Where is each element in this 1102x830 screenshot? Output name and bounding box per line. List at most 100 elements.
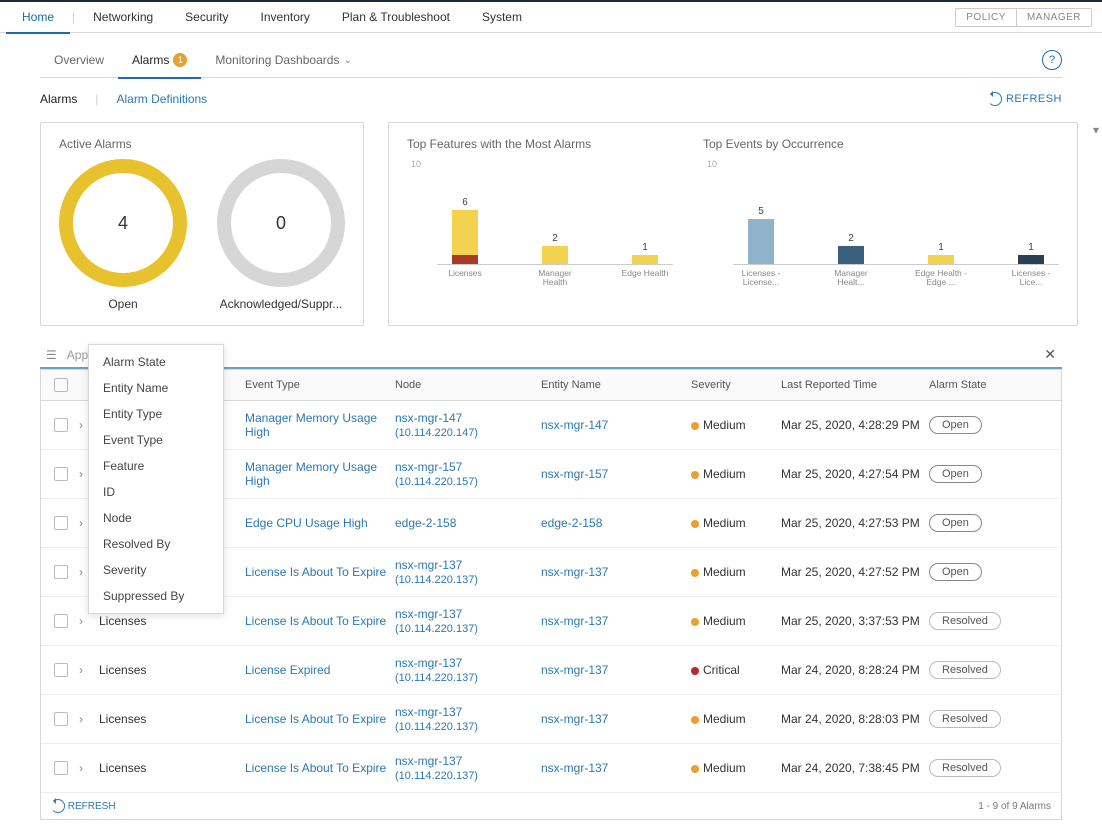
cell-entity[interactable]: nsx-mgr-137 <box>541 614 691 628</box>
cell-entity[interactable]: nsx-mgr-147 <box>541 418 691 432</box>
filter-option[interactable]: Node <box>89 505 223 531</box>
filter-option[interactable]: Entity Type <box>89 401 223 427</box>
col-node[interactable]: Node <box>395 379 541 391</box>
cell-node[interactable]: nsx-mgr-137(10.114.220.137) <box>395 656 541 684</box>
tab-alarm-definitions[interactable]: Alarm Definitions <box>116 88 207 110</box>
funnel-icon[interactable]: ▾ <box>1093 123 1099 137</box>
expand-caret-icon[interactable]: › <box>79 614 99 628</box>
cell-entity[interactable]: nsx-mgr-137 <box>541 712 691 726</box>
refresh-label: REFRESH <box>1006 93 1062 105</box>
cell-event[interactable]: License Is About To Expire <box>245 761 395 775</box>
nav-plan-troubleshoot[interactable]: Plan & Troubleshoot <box>326 2 466 32</box>
chart-bar[interactable]: 1 <box>913 242 969 264</box>
donut-open[interactable]: 4 <box>59 159 187 287</box>
filter-option[interactable]: Severity <box>89 557 223 583</box>
close-icon[interactable]: ✕ <box>1044 346 1056 363</box>
table-row[interactable]: ›LicensesLicense Is About To Expirensx-m… <box>41 744 1061 793</box>
col-time[interactable]: Last Reported Time <box>781 379 929 391</box>
cell-node[interactable]: nsx-mgr-137(10.114.220.137) <box>395 754 541 782</box>
chart-top-events: Top Events by Occurrence 105211 Licenses… <box>703 137 1059 311</box>
filter-option[interactable]: Resolved By <box>89 531 223 557</box>
footer-refresh[interactable]: REFRESH <box>68 801 116 812</box>
chart2-title: Top Events by Occurrence <box>703 137 1059 151</box>
cell-event[interactable]: Manager Memory Usage High <box>245 411 395 439</box>
row-checkbox[interactable] <box>54 516 68 530</box>
cell-event[interactable]: License Is About To Expire <box>245 614 395 628</box>
cell-node[interactable]: edge-2-158 <box>395 516 541 530</box>
cell-entity[interactable]: nsx-mgr-137 <box>541 761 691 775</box>
filter-dropdown[interactable]: Alarm StateEntity NameEntity TypeEvent T… <box>88 344 224 614</box>
col-event[interactable]: Event Type <box>245 379 395 391</box>
cell-node[interactable]: nsx-mgr-137(10.114.220.137) <box>395 607 541 635</box>
nav-inventory[interactable]: Inventory <box>245 2 326 32</box>
chart-bar[interactable]: 1 <box>1003 242 1059 264</box>
cell-severity: Critical <box>691 663 781 677</box>
cell-state[interactable]: Open <box>929 514 1039 532</box>
expand-caret-icon[interactable]: › <box>79 761 99 775</box>
refresh-button[interactable]: REFRESH <box>988 92 1062 106</box>
mode-toggle[interactable]: POLICY MANAGER <box>955 8 1092 27</box>
donut-ack[interactable]: 0 <box>217 159 345 287</box>
expand-caret-icon[interactable]: › <box>79 663 99 677</box>
cell-node[interactable]: nsx-mgr-137(10.114.220.137) <box>395 705 541 733</box>
chart-bar[interactable]: 2 <box>527 233 583 264</box>
chart-bar[interactable]: 6 <box>437 197 493 264</box>
col-state[interactable]: Alarm State <box>929 379 1039 391</box>
cell-event[interactable]: License Expired <box>245 663 395 677</box>
cell-state[interactable]: Open <box>929 563 1039 581</box>
cell-node[interactable]: nsx-mgr-137(10.114.220.137) <box>395 558 541 586</box>
mode-policy[interactable]: POLICY <box>956 9 1016 26</box>
nav-security[interactable]: Security <box>169 2 244 32</box>
chart-bar[interactable]: 5 <box>733 206 789 264</box>
cell-entity[interactable]: nsx-mgr-157 <box>541 467 691 481</box>
cell-severity: Medium <box>691 565 781 579</box>
row-checkbox[interactable] <box>54 614 68 628</box>
cell-state[interactable]: Resolved <box>929 710 1039 728</box>
table-row[interactable]: ›LicensesLicense Expirednsx-mgr-137(10.1… <box>41 646 1061 695</box>
subtab-alarms[interactable]: Alarms 1 <box>118 43 201 79</box>
tab-alarms[interactable]: Alarms <box>40 88 77 110</box>
cell-event[interactable]: Edge CPU Usage High <box>245 516 395 530</box>
cell-event[interactable]: Manager Memory Usage High <box>245 460 395 488</box>
col-severity[interactable]: Severity <box>691 379 781 391</box>
cell-state[interactable]: Open <box>929 465 1039 483</box>
filter-option[interactable]: ID <box>89 479 223 505</box>
help-icon[interactable]: ? <box>1042 50 1062 70</box>
cell-event[interactable]: License Is About To Expire <box>245 565 395 579</box>
cell-event[interactable]: License Is About To Expire <box>245 712 395 726</box>
filter-option[interactable]: Feature <box>89 453 223 479</box>
table-row[interactable]: ›LicensesLicense Is About To Expirensx-m… <box>41 695 1061 744</box>
cell-time: Mar 24, 2020, 8:28:03 PM <box>781 712 929 726</box>
filter-option[interactable]: Alarm State <box>89 349 223 375</box>
header-checkbox[interactable] <box>54 378 68 392</box>
cell-entity[interactable]: nsx-mgr-137 <box>541 565 691 579</box>
row-checkbox[interactable] <box>54 663 68 677</box>
cell-state[interactable]: Open <box>929 416 1039 434</box>
cell-state[interactable]: Resolved <box>929 759 1039 777</box>
filter-option[interactable]: Entity Name <box>89 375 223 401</box>
charts-card: Top Features with the Most Alarms 10621 … <box>388 122 1078 326</box>
mode-manager[interactable]: MANAGER <box>1016 9 1091 26</box>
row-checkbox[interactable] <box>54 467 68 481</box>
cell-entity[interactable]: nsx-mgr-137 <box>541 663 691 677</box>
cell-entity[interactable]: edge-2-158 <box>541 516 691 530</box>
row-checkbox[interactable] <box>54 712 68 726</box>
nav-networking[interactable]: Networking <box>77 2 169 32</box>
subtab-overview[interactable]: Overview <box>40 43 118 77</box>
row-checkbox[interactable] <box>54 761 68 775</box>
chart-bar[interactable]: 1 <box>617 242 673 264</box>
cell-state[interactable]: Resolved <box>929 612 1039 630</box>
nav-home[interactable]: Home <box>6 2 70 34</box>
nav-system[interactable]: System <box>466 2 538 32</box>
row-checkbox[interactable] <box>54 418 68 432</box>
expand-caret-icon[interactable]: › <box>79 712 99 726</box>
row-checkbox[interactable] <box>54 565 68 579</box>
cell-node[interactable]: nsx-mgr-157(10.114.220.157) <box>395 460 541 488</box>
cell-state[interactable]: Resolved <box>929 661 1039 679</box>
subtab-dashboards[interactable]: Monitoring Dashboards ⌄ <box>201 43 365 77</box>
col-entity[interactable]: Entity Name <box>541 379 691 391</box>
cell-node[interactable]: nsx-mgr-147(10.114.220.147) <box>395 411 541 439</box>
chart-bar[interactable]: 2 <box>823 233 879 264</box>
filter-option[interactable]: Suppressed By <box>89 583 223 609</box>
filter-option[interactable]: Event Type <box>89 427 223 453</box>
